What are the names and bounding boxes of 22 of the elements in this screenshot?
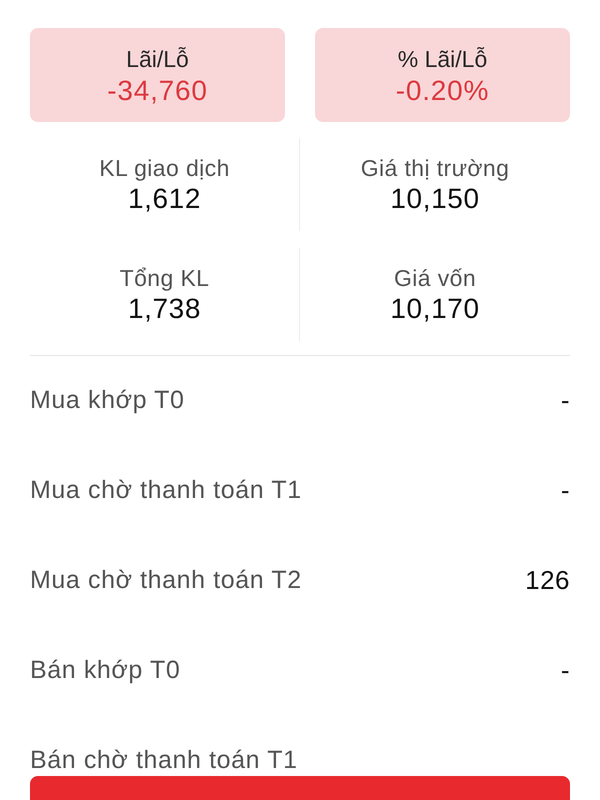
row-label: Mua chờ thanh toán T2 (30, 566, 302, 595)
stat-label: KL giao dịch (99, 154, 230, 182)
card-label: Lãi/Lỗ (126, 46, 189, 72)
row-value: - (560, 476, 570, 505)
stat-label: Giá thị trường (360, 154, 510, 182)
row-label: Bán chờ thanh toán T1 (30, 746, 298, 775)
row-value: - (560, 386, 570, 415)
row-label: Mua khớp T0 (30, 386, 185, 415)
stat-value: 10,150 (390, 182, 480, 214)
card-value: -0.20% (396, 74, 490, 106)
stat-label: Giá vốn (394, 264, 476, 292)
row-value: 126 (525, 566, 570, 595)
stat-value: 1,612 (128, 182, 202, 214)
action-button[interactable] (30, 776, 570, 800)
stat-value: 10,170 (390, 292, 480, 324)
stat-value: 1,738 (128, 292, 202, 324)
stat-label: Tổng KL (120, 264, 210, 292)
card-label: % Lãi/Lỗ (398, 46, 488, 72)
row-label: Bán khớp T0 (30, 656, 180, 685)
row-label: Mua chờ thanh toán T1 (30, 476, 302, 505)
card-value: -34,760 (107, 74, 208, 106)
row-value: - (560, 656, 570, 685)
